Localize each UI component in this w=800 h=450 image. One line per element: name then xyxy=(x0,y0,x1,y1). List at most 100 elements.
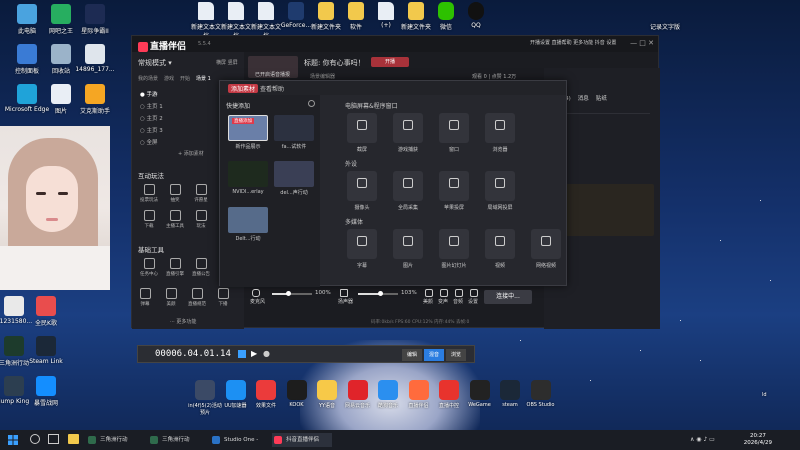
search-icon[interactable] xyxy=(30,434,40,444)
start-live-button[interactable]: 连接中... xyxy=(484,290,532,304)
source-button[interactable] xyxy=(393,229,423,259)
tool-button[interactable]: 抽奖 xyxy=(164,184,186,203)
desktop-icon[interactable]: 星际争霸II xyxy=(72,4,118,35)
desktop-icon[interactable]: Steam Link xyxy=(26,336,66,365)
bottom-tool-icon[interactable] xyxy=(440,289,448,297)
tool-button[interactable]: 下播 xyxy=(212,288,234,307)
tool-button[interactable]: 直播公告 xyxy=(190,258,212,277)
source-button[interactable] xyxy=(347,229,377,259)
desktop-icon[interactable]: 新建文件夹 xyxy=(310,2,342,31)
file-explorer-icon[interactable] xyxy=(68,434,79,444)
mic-volume-handle[interactable] xyxy=(285,291,291,296)
desktop-top-right-label[interactable]: 记录文字版 xyxy=(650,22,680,31)
desktop-icon[interactable]: 新建文件夹 xyxy=(400,2,432,31)
windows-start-icon[interactable] xyxy=(8,435,18,445)
dock-app[interactable]: YY语音 xyxy=(310,380,344,409)
source-button[interactable] xyxy=(393,113,423,143)
desktop-icon[interactable]: 14896_177... xyxy=(72,44,118,73)
mode-selector[interactable]: 常规模式 ▾ xyxy=(138,58,172,68)
tool-button[interactable]: 直播规范 xyxy=(186,288,208,307)
desktop-icon[interactable]: 微信 xyxy=(430,2,462,31)
dock-app[interactable]: 直播中控 xyxy=(432,380,466,409)
tool-button[interactable]: 下载 xyxy=(138,210,160,229)
bottom-tool-icon[interactable] xyxy=(455,289,463,297)
tool-button[interactable]: 美颜 xyxy=(160,288,182,307)
source-button[interactable] xyxy=(485,113,515,143)
taskbar-item[interactable]: Studio One - Buc... xyxy=(210,433,270,447)
material-thumbnail[interactable] xyxy=(228,161,268,187)
refresh-icon[interactable] xyxy=(308,100,315,107)
scene-item-4[interactable]: ○ 主页 3 xyxy=(140,126,210,134)
microphone-icon[interactable] xyxy=(252,289,260,297)
tab-mix[interactable]: 混音 xyxy=(424,349,444,361)
dock-app[interactable]: 网易云音乐 xyxy=(341,380,375,409)
tool-button[interactable]: 主播工具 xyxy=(164,210,186,229)
dock-app[interactable]: UU加速器 xyxy=(219,380,253,409)
material-thumbnail[interactable] xyxy=(274,161,314,187)
desktop-icon[interactable]: 艾克斯助手 xyxy=(72,84,118,115)
material-thumbnail[interactable] xyxy=(274,115,314,141)
more-features-link[interactable]: ··· 更多功能 xyxy=(170,318,196,325)
app-icon xyxy=(85,44,105,64)
play-icon[interactable]: ▶ xyxy=(251,349,257,358)
dock-app[interactable]: 直播伴侣 xyxy=(402,380,436,409)
dock-app[interactable]: in(4f)5(2)活动 预片 xyxy=(188,380,222,416)
bottom-tool-icon[interactable] xyxy=(425,289,433,297)
dock-app[interactable]: 效果文件 xyxy=(249,380,283,409)
record-icon[interactable]: ● xyxy=(263,349,270,358)
source-button[interactable] xyxy=(439,171,469,201)
window-controls[interactable]: — □ ✕ xyxy=(630,39,654,47)
material-thumbnail[interactable] xyxy=(228,207,268,233)
scene-item-5[interactable]: ○ 全屏 xyxy=(140,138,210,146)
task-view-icon[interactable] xyxy=(48,434,59,444)
desktop-icon[interactable]: 暴雪战网 xyxy=(26,376,66,407)
source-button[interactable] xyxy=(485,171,515,201)
scene-item-3[interactable]: ○ 主页 2 xyxy=(140,114,210,122)
dock-right-label[interactable]: ld xyxy=(762,392,767,398)
speaker-icon[interactable] xyxy=(340,289,348,297)
tab-browse[interactable]: 浏览 xyxy=(446,349,466,361)
dock-app[interactable]: OBS Studio xyxy=(524,380,558,408)
scene-item-1[interactable]: ● 手游 xyxy=(140,90,210,98)
dock-app[interactable]: KOOK xyxy=(280,380,314,408)
stop-icon[interactable] xyxy=(238,350,246,358)
desktop-icon[interactable]: GeForce... xyxy=(280,2,312,29)
desktop-icon[interactable]: QQ xyxy=(460,2,492,29)
source-button[interactable] xyxy=(439,229,469,259)
mic-label: 麦克风 xyxy=(250,299,266,305)
tool-button[interactable]: 玩法 xyxy=(190,210,212,229)
taskbar-item[interactable]: 三角洲行动 xyxy=(148,433,208,447)
tab-help[interactable]: 查看帮助 xyxy=(260,84,284,93)
stream-edit-button[interactable]: 开播 xyxy=(371,57,409,67)
dock-app[interactable]: steam xyxy=(493,380,527,408)
dock-app[interactable]: 酷狗音乐 xyxy=(371,380,405,409)
scene-item-2[interactable]: ○ 主页 1 xyxy=(140,102,210,110)
desktop-icon[interactable]: 全民K歌 xyxy=(26,296,66,327)
desktop-icon[interactable]: 软件 xyxy=(340,2,372,31)
tab-add-material[interactable]: 添加素材 xyxy=(228,84,259,93)
source-button[interactable] xyxy=(531,229,561,259)
source-button[interactable] xyxy=(439,113,469,143)
source-button[interactable] xyxy=(347,171,377,201)
speaker-volume-handle[interactable] xyxy=(377,291,383,296)
tray-icons[interactable]: ∧ ◉ ♪ ▭ xyxy=(690,436,715,443)
tool-button[interactable]: 直播引擎 xyxy=(164,258,186,277)
tool-button[interactable]: 任务中心 xyxy=(138,258,160,277)
add-material-link[interactable]: + 添加素材 xyxy=(178,150,204,157)
dock-app[interactable]: WeGame xyxy=(463,380,497,408)
bottom-tool-icon[interactable] xyxy=(470,289,478,297)
tool-button[interactable]: 许愿星 xyxy=(190,184,212,203)
stream-title[interactable]: 标题: 你有心事吗！ xyxy=(304,58,365,68)
orientation-tabs[interactable]: 横屏 竖屏 xyxy=(216,59,238,66)
source-button[interactable] xyxy=(485,229,515,259)
mic-volume-slider[interactable] xyxy=(272,293,312,295)
tool-button[interactable]: 投票玩法 xyxy=(138,184,160,203)
source-button[interactable] xyxy=(393,171,423,201)
desktop-icon[interactable]: (+) xyxy=(370,2,402,29)
taskbar-item[interactable]: 抖音直播伴侣 xyxy=(272,433,332,447)
tab-edit[interactable]: 编辑 xyxy=(402,349,422,361)
taskbar-clock[interactable]: 20:27 2026/4/29 xyxy=(744,433,772,447)
taskbar-item[interactable]: 三角洲行动 xyxy=(86,433,146,447)
source-button[interactable] xyxy=(347,113,377,143)
tool-button[interactable]: 弹幕 xyxy=(134,288,156,307)
